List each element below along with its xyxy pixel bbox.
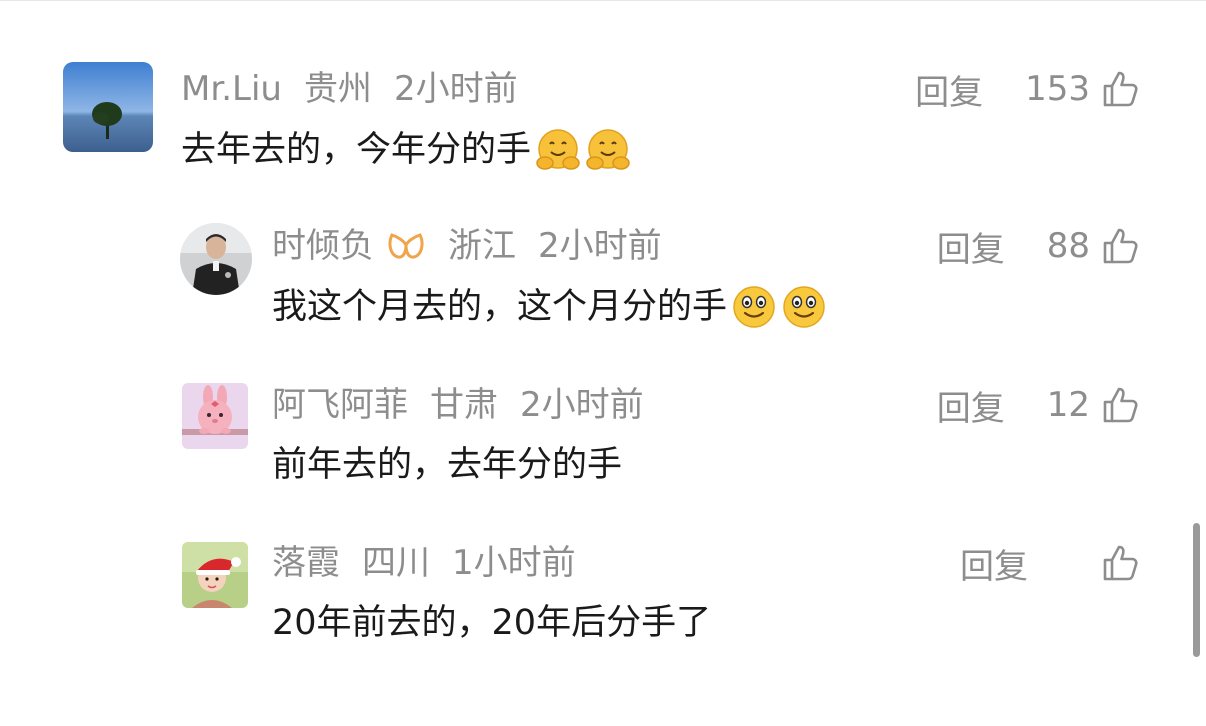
comment-list: Mr.Liu 贵州 2小时前 回复 153 去年去的，今年分的手 时倾负 浙江 …: [0, 0, 1206, 726]
smiling-face-emoji-icon: [731, 284, 777, 330]
comment-actions: 回复 88: [937, 222, 1140, 271]
comment-actions: 回复: [960, 539, 1140, 588]
thumbs-up-icon[interactable]: [1100, 385, 1140, 425]
comment-actions: 回复 12: [937, 381, 1140, 430]
location: 贵州: [303, 69, 372, 109]
reply-button[interactable]: 回复: [915, 65, 983, 114]
location: 甘肃: [430, 385, 498, 425]
timestamp: 1小时前: [452, 543, 576, 583]
thumbs-up-icon[interactable]: [1100, 226, 1140, 266]
reply-button[interactable]: 回复: [937, 381, 1005, 430]
comment-text: 前年去的，去年分的手: [272, 445, 623, 485]
comment-meta: 时倾负 浙江 2小时前: [272, 223, 662, 269]
comment-text: 20年前去的，20年后分手了: [272, 603, 712, 643]
child-with-santa-hat-avatar-image: [182, 542, 248, 608]
user-avatar[interactable]: [63, 62, 153, 152]
location: 浙江: [448, 226, 516, 266]
like-count: 12: [1046, 385, 1090, 425]
tree-by-sea-avatar-image: [63, 62, 153, 152]
comment-text-row: 去年去的，今年分的手: [181, 125, 631, 175]
comment-meta: 阿飞阿菲 甘肃 2小时前: [272, 382, 644, 428]
reply-button[interactable]: 回复: [937, 222, 1005, 271]
like-count: 88: [1046, 226, 1090, 266]
comment-text: 去年去的，今年分的手: [181, 130, 532, 170]
location: 四川: [362, 543, 430, 583]
like-count: 153: [1025, 69, 1090, 109]
username[interactable]: 阿飞阿菲: [272, 382, 408, 428]
comment-meta: 落霞 四川 1小时前: [272, 540, 576, 586]
smiling-face-emoji-icon: [781, 284, 827, 330]
timestamp: 2小时前: [393, 69, 518, 109]
username[interactable]: Mr.Liu: [181, 66, 282, 112]
timestamp: 2小时前: [538, 226, 662, 266]
scrollbar[interactable]: [1193, 523, 1200, 657]
comment-text-row: 20年前去的，20年后分手了: [272, 598, 711, 648]
comment-meta: Mr.Liu 贵州 2小时前: [181, 66, 518, 112]
username[interactable]: 落霞: [272, 540, 340, 586]
hugging-face-emoji-icon: [585, 127, 631, 173]
man-in-uniform-avatar-image: [180, 223, 252, 295]
thumbs-up-icon[interactable]: [1100, 69, 1140, 109]
comment-text: 我这个月去的，这个月分的手: [272, 287, 728, 327]
vip-badge-icon: [386, 229, 426, 263]
pink-bunny-avatar-image: [182, 383, 248, 449]
reply-button[interactable]: 回复: [960, 539, 1028, 588]
comment-text-row: 我这个月去的，这个月分的手: [272, 282, 827, 332]
comment-actions: 回复 153: [915, 65, 1140, 114]
hugging-face-emoji-icon: [535, 127, 581, 173]
comment-text-row: 前年去的，去年分的手: [272, 440, 622, 490]
timestamp: 2小时前: [520, 385, 644, 425]
thumbs-up-icon[interactable]: [1100, 543, 1140, 583]
user-avatar[interactable]: [182, 542, 248, 608]
user-avatar[interactable]: [182, 383, 248, 449]
user-avatar[interactable]: [180, 223, 252, 295]
username[interactable]: 时倾负: [272, 223, 374, 269]
